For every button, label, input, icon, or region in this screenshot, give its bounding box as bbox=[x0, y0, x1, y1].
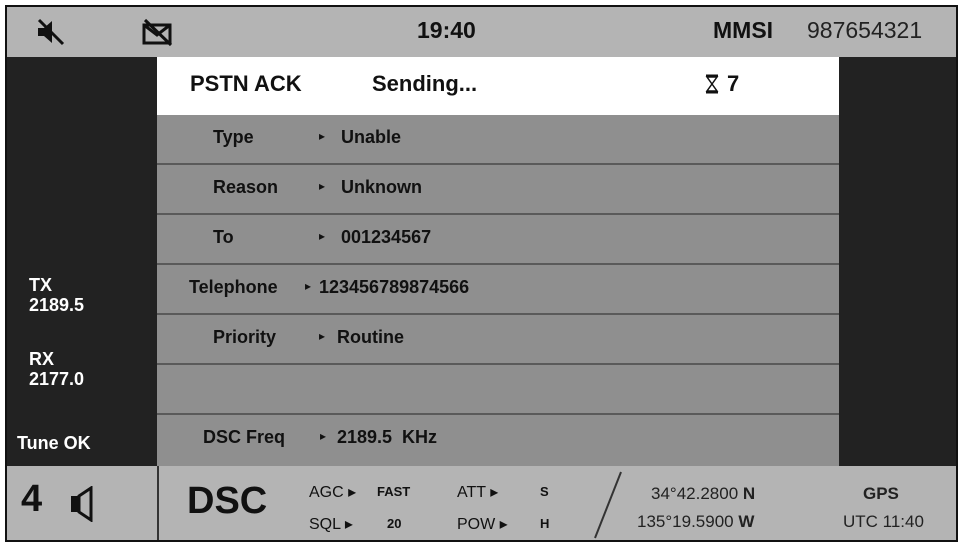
slash-divider bbox=[594, 471, 622, 539]
arrow-right-icon: ▸ bbox=[319, 129, 326, 143]
latitude: 34°42.2800 N bbox=[651, 484, 756, 503]
arrow-right-icon: ▸ bbox=[305, 279, 312, 293]
row-value: Unknown bbox=[341, 177, 422, 197]
row-reason[interactable]: Reason ▸ Unknown bbox=[157, 165, 839, 215]
row-dsc-freq[interactable]: DSC Freq ▸ 2189.5 KHz bbox=[157, 415, 839, 465]
row-label: Reason bbox=[213, 177, 279, 197]
row-label: DSC Freq bbox=[203, 427, 286, 447]
agc-value[interactable]: FAST bbox=[377, 484, 410, 499]
row-telephone[interactable]: Telephone ▸ 123456789874566 bbox=[157, 265, 839, 315]
hourglass-icon bbox=[705, 74, 719, 94]
pow-value[interactable]: H bbox=[540, 516, 549, 531]
sql-label: SQL ▸ bbox=[309, 516, 353, 533]
utc-time: UTC 11:40 bbox=[843, 512, 924, 531]
row-value: 123456789874566 bbox=[319, 277, 470, 297]
row-label: Telephone bbox=[189, 277, 278, 297]
mmsi-value: 987654321 bbox=[807, 17, 923, 43]
mute-icon bbox=[35, 17, 67, 52]
top-status-bar: 19:40 MMSI 987654321 bbox=[7, 7, 956, 57]
row-to[interactable]: To ▸ 001234567 bbox=[157, 215, 839, 265]
att-value[interactable]: S bbox=[540, 484, 549, 499]
arrow-right-icon: ▸ bbox=[319, 179, 326, 193]
arrow-right-icon: ▸ bbox=[319, 329, 326, 343]
dialog-title: PSTN ACK bbox=[190, 71, 302, 96]
divider bbox=[157, 466, 159, 540]
arrow-right-icon: ▸ bbox=[319, 229, 326, 243]
channel-number: 4 bbox=[21, 478, 43, 520]
speaker-icon bbox=[65, 485, 99, 527]
row-empty bbox=[157, 365, 839, 415]
row-label: Type bbox=[213, 127, 254, 147]
tune-status: Tune OK bbox=[17, 433, 91, 453]
no-mail-icon bbox=[141, 17, 175, 52]
row-priority[interactable]: Priority ▸ Routine bbox=[157, 315, 839, 365]
arrow-right-icon: ▸ bbox=[320, 429, 327, 443]
radio-display: 19:40 MMSI 987654321 TX 2189.5 RX 2177.0… bbox=[5, 5, 958, 542]
sending-status: Sending... bbox=[372, 71, 478, 96]
timer-value: 7 bbox=[727, 71, 740, 96]
gps-label: GPS bbox=[863, 484, 899, 503]
att-label: ATT ▸ bbox=[457, 484, 499, 501]
dialog-header: PSTN ACK Sending... 7 bbox=[157, 57, 839, 115]
rx-label: RX bbox=[29, 349, 55, 369]
row-value: 2189.5 KHz bbox=[337, 427, 438, 447]
clock-time: 19:40 bbox=[417, 17, 476, 43]
countdown-timer: 7 bbox=[705, 71, 739, 97]
row-value: 001234567 bbox=[341, 227, 432, 247]
dialog-rows: Type ▸ Unable Reason ▸ Unknown To ▸ 0012… bbox=[157, 115, 839, 466]
sql-value[interactable]: 20 bbox=[387, 516, 401, 531]
row-value: Unable bbox=[341, 127, 402, 147]
pow-label: POW ▸ bbox=[457, 516, 508, 533]
row-label: To bbox=[213, 227, 234, 247]
rx-frequency: 2177.0 bbox=[29, 369, 85, 389]
row-type[interactable]: Type ▸ Unable bbox=[157, 115, 839, 165]
tx-frequency: 2189.5 bbox=[29, 295, 85, 315]
agc-label: AGC ▸ bbox=[309, 484, 357, 501]
row-label: Priority bbox=[213, 327, 277, 347]
tx-label: TX bbox=[29, 275, 53, 295]
mode-label: DSC bbox=[187, 480, 268, 522]
row-value: Routine bbox=[337, 327, 404, 347]
longitude: 135°19.5900 W bbox=[637, 512, 755, 531]
mmsi-label: MMSI bbox=[713, 17, 774, 43]
bottom-status-bar: 4 DSC AGC ▸ FAST ATT ▸ S SQL ▸ 20 POW ▸ … bbox=[7, 466, 956, 540]
